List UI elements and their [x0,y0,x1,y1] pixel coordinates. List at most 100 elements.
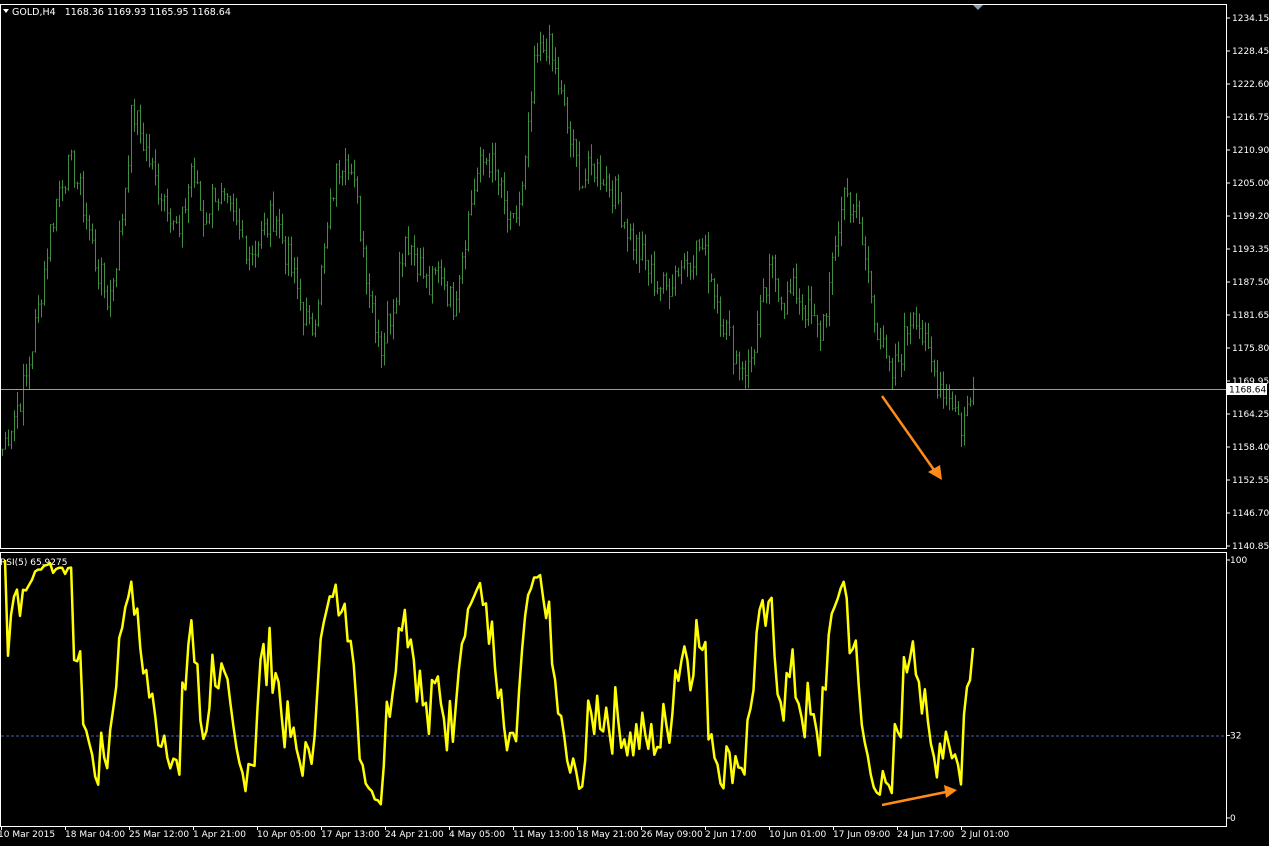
rsi-indicator-label: RSI(5) 65.9275 [0,558,67,568]
price-bar [479,147,482,183]
price-bar [680,260,683,285]
price-bar [701,238,704,251]
price-bar [130,104,133,173]
price-bar [317,299,320,327]
ohlc-values: 1168.36 1169.93 1165.95 1168.64 [65,7,231,18]
rsi-series [3,559,975,806]
price-bar [175,216,178,224]
price-bar [293,257,296,284]
price-bar [533,45,536,105]
dropdown-triangle-icon[interactable] [3,9,9,13]
price-bar [641,231,644,261]
price-bar [332,197,335,201]
price-panel-border [0,4,1227,549]
price-bar [166,188,169,222]
price-bar [437,261,440,284]
price-bar [713,278,716,310]
price-bar [897,341,900,363]
price-bar [632,223,635,261]
price-bar [88,215,91,241]
price-bar [64,186,67,194]
time-tick-label: 10 Jun 01:00 [769,830,826,840]
price-bar [686,251,689,277]
price-tick-label: 1210.90 [1232,146,1269,156]
price-bar [825,313,828,328]
price-bar [858,200,861,225]
price-bar [278,208,281,239]
price-bar [488,152,491,178]
current-price-label: 1168.64 [1229,386,1266,396]
price-bar [308,304,311,325]
price-bar [404,236,407,267]
price-bar [692,255,695,280]
chart-canvas[interactable]: GOLD,H4 1168.36 1169.93 1165.95 1168.64 … [0,0,1269,842]
price-bar [238,208,241,240]
price-bar [208,213,211,225]
price-tick-label: 1222.60 [1232,80,1269,90]
price-bar [707,231,710,294]
price-bar [587,151,590,184]
price-bar [509,211,512,231]
price-bar [810,286,813,324]
price-bar [79,173,82,196]
price-bar [747,349,750,389]
price-bar [804,304,807,329]
price-bar [49,224,52,262]
price-bar [145,133,148,162]
price-bar [834,235,837,262]
price-bar [229,195,232,212]
price-bar [683,253,686,270]
price-bar [1,448,4,457]
price-bar [46,248,49,280]
price-bar [704,234,707,256]
price-bar [416,247,419,282]
price-bar [569,121,572,158]
price-bar [861,217,864,246]
price-bar [936,359,939,399]
price-bar [314,319,317,338]
price-bar [921,319,924,346]
price-bar [112,278,115,302]
price-bar [43,260,46,306]
price-bar [263,212,266,236]
time-tick-label: 11 May 13:00 [513,830,575,840]
time-tick-label: 1 Apr 21:00 [193,830,246,840]
price-bar [190,163,193,198]
price-bar [759,294,762,338]
price-bar [163,194,166,212]
price-bar [545,38,548,62]
price-bar [428,265,431,296]
price-bar [750,346,753,373]
price-bars [1,24,975,457]
chart-shift-marker-icon[interactable] [973,5,983,10]
price-bar [771,255,774,279]
price-bar [849,191,852,224]
price-tick-label: 1234.15 [1232,14,1269,24]
price-bar [725,319,728,340]
price-bar [677,267,680,278]
price-bar [638,231,641,273]
price-bar [410,244,413,266]
price-bar [368,273,371,309]
rsi-line [3,559,975,806]
price-bar [184,198,187,214]
time-tick-label: 25 Mar 12:00 [129,830,189,840]
price-bar [97,259,100,290]
price-bar [518,191,521,227]
price-bar [954,395,957,413]
price-bar [960,412,963,448]
price-bar [951,391,954,411]
price-bar [467,211,470,252]
price-bar [822,314,825,341]
price-bar [768,253,771,305]
price-bar [181,206,184,248]
price-bar [136,110,139,136]
price-bar [356,176,359,204]
price-bar [786,281,789,315]
price-bar [756,310,759,353]
price-bar [828,271,831,327]
price-bar [398,251,401,306]
price-bar [918,313,921,339]
price-bar [254,240,257,268]
price-bar [524,155,527,190]
